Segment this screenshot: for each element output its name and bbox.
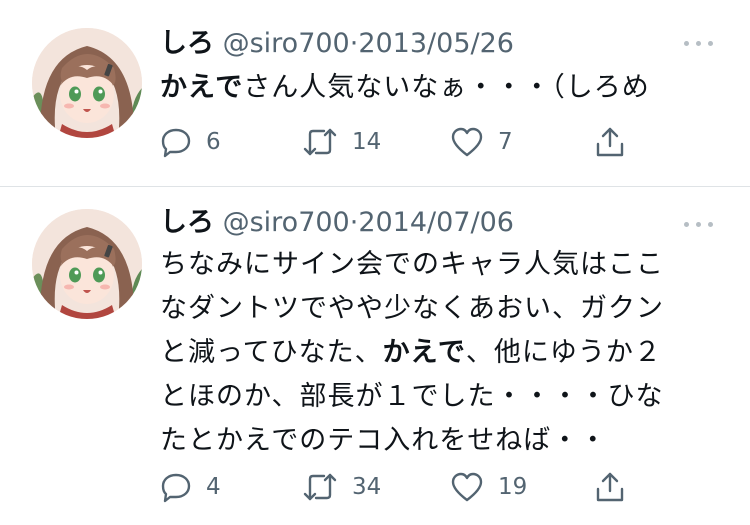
tweet-text: ちなみにサイン会でのキャラ人気はここ なダントツでやや少なくあおい、ガクン と減… [160,243,720,463]
tweet-text-line: なダントツでやや少なくあおい、ガクン [160,287,720,331]
retweet-icon [303,128,337,156]
text-segment: 、他にゆうか２ [465,337,662,368]
tweet-date[interactable]: 2014/07/06 [358,207,514,238]
reply-count: 6 [206,129,221,155]
reply-count: 4 [206,474,221,500]
text-segment: さん人気ないなぁ・・・（しろめ [243,72,650,103]
reply-button[interactable]: 6 [160,124,221,160]
share-icon [596,127,624,157]
text-segment: なダントツでやや少なくあおい、ガクン [160,293,664,324]
like-icon [451,472,483,502]
tweet-header: しろ @siro700·2014/07/06 [160,205,514,241]
avatar[interactable] [32,209,142,319]
tweet-date[interactable]: 2013/05/26 [358,28,514,59]
highlighted-word: かえで [382,337,466,368]
like-icon [451,127,483,157]
like-button[interactable]: 7 [450,124,513,160]
highlighted-word: かえで [160,72,244,103]
like-button[interactable]: 19 [450,469,527,505]
display-name[interactable]: しろ [160,28,214,59]
handle[interactable]: @siro700 [223,207,350,238]
text-segment: たとかえでのテコ入れをせねば・・ [160,425,608,456]
more-icon[interactable] [684,219,714,229]
reply-icon [161,128,191,158]
share-button[interactable] [594,124,626,160]
handle[interactable]: @siro700 [223,28,350,59]
tweet-actions: 4 34 19 [160,469,650,505]
tweet-text-line: かえでさん人気ないなぁ・・・（しろめ [160,66,720,110]
display-name[interactable]: しろ [160,207,214,238]
retweet-count: 34 [352,474,382,500]
text-segment: ちなみにサイン会でのキャラ人気はここ [160,249,664,280]
tweet-text-line: とほのか、部長が１でした・・・・ひな [160,375,720,419]
tweet-header: しろ @siro700·2013/05/26 [160,26,514,62]
avatar[interactable] [32,28,142,138]
text-segment: とほのか、部長が１でした・・・・ひな [160,381,664,412]
tweet-text-line: ちなみにサイン会でのキャラ人気はここ [160,243,720,287]
like-count: 19 [498,474,528,500]
more-icon[interactable] [684,38,714,48]
tweet-actions: 6 14 7 [160,124,650,160]
reply-button[interactable]: 4 [160,469,221,505]
retweet-button[interactable]: 14 [302,124,381,160]
retweet-icon [303,473,337,501]
tweet-text: かえでさん人気ないなぁ・・・（しろめ [160,66,720,110]
share-icon [596,472,624,502]
tweet[interactable]: しろ @siro700·2013/05/26 かえでさん人気ないなぁ・・・（しろ… [0,0,750,186]
retweet-count: 14 [352,129,382,155]
retweet-button[interactable]: 34 [302,469,381,505]
share-button[interactable] [594,469,626,505]
text-segment: と減ってひなた、 [160,337,383,368]
tweet-text-line: と減ってひなた、かえで、他にゆうか２ [160,331,720,375]
tweet-text-line: たとかえでのテコ入れをせねば・・ [160,419,720,463]
like-count: 7 [498,129,513,155]
tweet[interactable]: しろ @siro700·2014/07/06 ちなみにサイン会でのキャラ人気はこ… [0,187,750,525]
reply-icon [161,473,191,503]
